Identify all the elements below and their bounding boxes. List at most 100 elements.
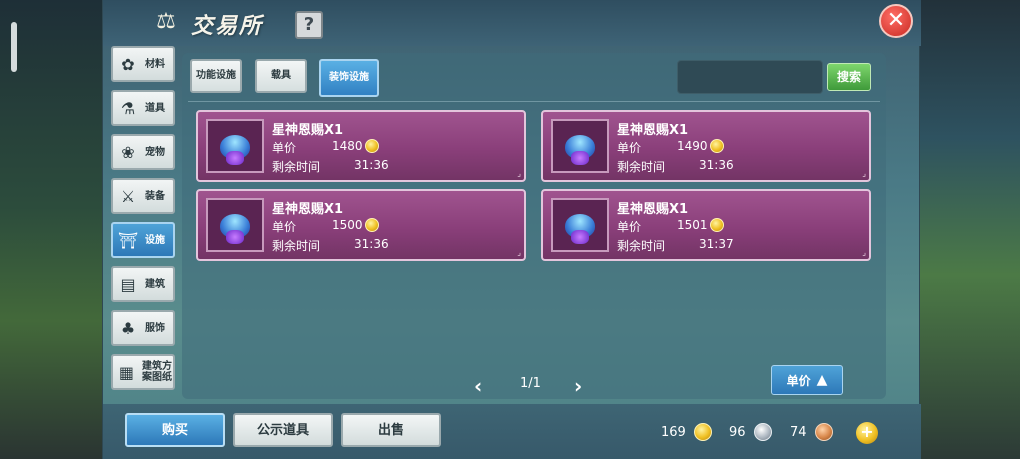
buy-button[interactable]: 购买 bbox=[125, 413, 225, 447]
facility-icon: ⛩ bbox=[117, 230, 139, 250]
item-name: 星神恩赐X1 bbox=[272, 202, 344, 217]
sidebar-item-clothing[interactable]: ♣ 服饰 bbox=[111, 310, 175, 346]
sidebar-item-equipment[interactable]: ⚔ 装备 bbox=[111, 178, 175, 214]
clothing-icon: ♣ bbox=[120, 318, 136, 338]
listing-card[interactable]: 星神恩赐X1 单价 1501 剩余时间 31:37 ⌟ bbox=[541, 189, 871, 261]
time-value: 31:36 bbox=[699, 158, 734, 172]
sidebar-item-label: 建筑 bbox=[145, 278, 165, 290]
page-prev-button[interactable]: ‹ bbox=[474, 374, 482, 398]
price-number: 1501 bbox=[677, 218, 708, 232]
time-value: 31:37 bbox=[699, 237, 734, 251]
listing-card[interactable]: 星神恩赐X1 单价 1480 剩余时间 31:36 ⌟ bbox=[196, 110, 526, 182]
gold-coin-icon bbox=[364, 139, 379, 153]
item-name: 星神恩赐X1 bbox=[617, 123, 689, 138]
sidebar-item-materials[interactable]: ✿ 材料 bbox=[111, 46, 175, 82]
bronze-amount: 74 bbox=[790, 424, 807, 440]
sidebar-item-label: 道具 bbox=[145, 102, 165, 114]
add-currency-button[interactable]: + bbox=[856, 422, 878, 444]
divider bbox=[188, 101, 880, 102]
sidebar-item-label: 服饰 bbox=[145, 322, 165, 334]
price-label: 单价 bbox=[617, 220, 642, 234]
gem-icon bbox=[571, 151, 589, 165]
gem-icon bbox=[226, 151, 244, 165]
tab-vehicles[interactable]: 载具 bbox=[255, 59, 307, 93]
corner-ornament-icon: ⌟ bbox=[517, 169, 521, 178]
gem-icon bbox=[571, 230, 589, 244]
search-button[interactable]: 搜索 bbox=[827, 63, 871, 91]
gold-coin-icon bbox=[693, 423, 712, 441]
price-value: 1501 bbox=[677, 218, 724, 232]
price-label: 单价 bbox=[272, 141, 297, 155]
time-label: 剩余时间 bbox=[617, 160, 666, 174]
title-bar: ⚖ 交易所 ? ✕ bbox=[103, 0, 921, 46]
bronze-balance: 74 bbox=[790, 423, 833, 441]
time-value: 31:36 bbox=[354, 237, 389, 251]
item-thumbnail bbox=[551, 119, 609, 173]
gold-balance: 169 bbox=[661, 423, 712, 441]
sidebar-item-pets[interactable]: ❀ 宠物 bbox=[111, 134, 175, 170]
flask-icon: ⚗ bbox=[120, 98, 136, 118]
scales-icon: ⚖ bbox=[156, 9, 176, 34]
gold-coin-icon bbox=[709, 139, 724, 153]
price-label: 单价 bbox=[272, 220, 297, 234]
sort-arrow-icon: ▲ bbox=[816, 372, 828, 388]
item-name: 星神恩赐X1 bbox=[617, 202, 689, 217]
listing-card[interactable]: 星神恩赐X1 单价 1490 剩余时间 31:36 ⌟ bbox=[541, 110, 871, 182]
silver-amount: 96 bbox=[729, 424, 746, 440]
sidebar-item-blueprints[interactable]: ▦ 建筑方案图纸 bbox=[111, 354, 175, 390]
corner-ornament-icon: ⌟ bbox=[862, 169, 866, 178]
equipment-icon: ⚔ bbox=[120, 186, 136, 206]
item-thumbnail bbox=[551, 198, 609, 252]
sidebar-item-label: 宠物 bbox=[145, 146, 165, 158]
materials-icon: ✿ bbox=[121, 54, 135, 74]
sidebar-item-label: 设施 bbox=[145, 234, 165, 246]
time-value: 31:36 bbox=[354, 158, 389, 172]
corner-ornament-icon: ⌟ bbox=[862, 248, 866, 257]
silver-coin-icon bbox=[753, 423, 772, 441]
tab-decorations[interactable]: 装饰设施 bbox=[319, 59, 379, 97]
exchange-panel: ⚖ 交易所 ? ✕ ✿ 材料 ⚗ 道具 ❀ 宠物 ⚔ 装备 ⛩ 设施 ▤ 建筑 bbox=[102, 0, 921, 459]
item-name: 星神恩赐X1 bbox=[272, 123, 344, 138]
item-thumbnail bbox=[206, 119, 264, 173]
public-items-button[interactable]: 公示道具 bbox=[233, 413, 333, 447]
price-value: 1490 bbox=[677, 139, 724, 153]
gold-coin-icon bbox=[364, 218, 379, 232]
close-button[interactable]: ✕ bbox=[879, 4, 913, 38]
sort-label: 单价 bbox=[786, 373, 811, 388]
sidebar-item-label: 材料 bbox=[145, 58, 165, 70]
sort-by-price-button[interactable]: 单价 ▲ bbox=[771, 365, 843, 395]
price-value: 1500 bbox=[332, 218, 379, 232]
item-thumbnail bbox=[206, 198, 264, 252]
bronze-coin-icon bbox=[814, 423, 833, 441]
sell-button[interactable]: 出售 bbox=[341, 413, 441, 447]
world-right bbox=[910, 0, 1020, 459]
category-sidebar: ✿ 材料 ⚗ 道具 ❀ 宠物 ⚔ 装备 ⛩ 设施 ▤ 建筑 ♣ 服饰 ▦ 建筑方 bbox=[111, 46, 175, 396]
time-label: 剩余时间 bbox=[272, 160, 321, 174]
blueprint-icon: ▦ bbox=[118, 362, 135, 382]
help-button[interactable]: ? bbox=[295, 11, 323, 39]
page-indicator: 1/1 bbox=[520, 376, 541, 391]
sidebar-item-label: 建筑方案图纸 bbox=[141, 361, 172, 383]
building-icon: ▤ bbox=[120, 274, 136, 294]
sidebar-item-items[interactable]: ⚗ 道具 bbox=[111, 90, 175, 126]
sidebar-item-facilities[interactable]: ⛩ 设施 bbox=[111, 222, 175, 258]
silver-balance: 96 bbox=[729, 423, 772, 441]
paw-icon: ❀ bbox=[121, 142, 135, 162]
time-label: 剩余时间 bbox=[272, 239, 321, 253]
sidebar-item-label: 装备 bbox=[145, 190, 165, 202]
price-number: 1490 bbox=[677, 139, 708, 153]
listing-area: 功能设施 载具 装饰设施 搜索 星神恩赐X1 单价 1480 剩余时间 31:3… bbox=[182, 53, 886, 399]
gem-icon bbox=[226, 230, 244, 244]
tab-functional[interactable]: 功能设施 bbox=[190, 59, 242, 93]
price-number: 1500 bbox=[332, 218, 363, 232]
price-value: 1480 bbox=[332, 139, 379, 153]
sidebar-item-buildings[interactable]: ▤ 建筑 bbox=[111, 266, 175, 302]
search-input[interactable] bbox=[677, 60, 823, 94]
corner-ornament-icon: ⌟ bbox=[517, 248, 521, 257]
gold-coin-icon bbox=[709, 218, 724, 232]
window-title: 交易所 bbox=[191, 14, 264, 39]
page-next-button[interactable]: › bbox=[574, 374, 582, 398]
side-drawer-handle[interactable] bbox=[11, 22, 17, 72]
bottom-bar: 购买 公示道具 出售 169 96 74 + bbox=[103, 404, 921, 459]
listing-card[interactable]: 星神恩赐X1 单价 1500 剩余时间 31:36 ⌟ bbox=[196, 189, 526, 261]
